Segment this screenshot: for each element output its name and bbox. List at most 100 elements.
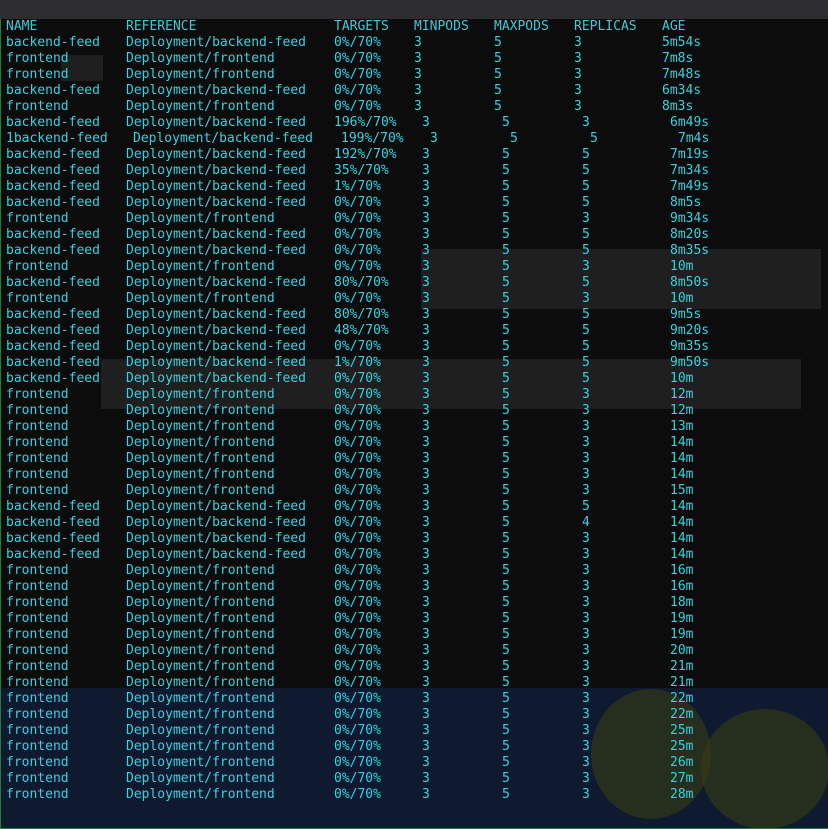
table-row: frontend Deployment/frontend 0%/70% 3 5 3 13m bbox=[1, 419, 828, 435]
cell-reference: Deployment/backend-feed bbox=[126, 499, 307, 514]
table-row: frontend Deployment/frontend 0%/70% 3 5 3 16m bbox=[1, 563, 828, 579]
cell-name: frontend bbox=[6, 739, 69, 754]
cell-minpods: 3 bbox=[422, 755, 430, 770]
cell-age: 9m20s bbox=[670, 323, 710, 338]
cell-reference: Deployment/frontend bbox=[126, 707, 275, 722]
table-row: backend-feed Deployment/backend-feed 48%/7… bbox=[1, 323, 828, 339]
cell-age: 8m3s bbox=[662, 99, 694, 114]
table-row: 1backend-feed Deployment/backend-feed 199%… bbox=[1, 131, 828, 147]
terminal-output[interactable]: NAME REFERENCE TARGETS MINPODS MAXPODS R… bbox=[0, 19, 828, 829]
cell-name: backend-feed bbox=[6, 307, 100, 322]
header-targets: TARGETS bbox=[334, 19, 389, 34]
cell-age: 5m54s bbox=[662, 35, 702, 50]
cell-name: frontend bbox=[6, 771, 69, 786]
table-row: backend-feed Deployment/backend-feed 192%/… bbox=[1, 147, 828, 163]
cell-replicas: 3 bbox=[582, 739, 590, 754]
table-row: frontend Deployment/frontend 0%/70% 3 5 3 16m bbox=[1, 579, 828, 595]
cell-replicas: 5 bbox=[582, 355, 590, 370]
cell-targets: 0%/70% bbox=[334, 99, 381, 114]
table-row: backend-feed Deployment/backend-feed 0%/70… bbox=[1, 243, 828, 259]
cell-age: 25m bbox=[670, 723, 694, 738]
cell-name: frontend bbox=[6, 579, 69, 594]
cell-reference: Deployment/backend-feed bbox=[126, 323, 307, 338]
cell-name: backend-feed bbox=[6, 323, 100, 338]
cell-targets: 0%/70% bbox=[334, 675, 381, 690]
cell-reference: Deployment/frontend bbox=[126, 211, 275, 226]
cell-minpods: 3 bbox=[422, 483, 430, 498]
cell-reference: Deployment/frontend bbox=[126, 627, 275, 642]
cell-minpods: 3 bbox=[422, 435, 430, 450]
cell-replicas: 3 bbox=[574, 51, 582, 66]
cell-reference: Deployment/frontend bbox=[126, 611, 275, 626]
cell-maxpods: 5 bbox=[502, 691, 510, 706]
cell-targets: 0%/70% bbox=[334, 515, 381, 530]
cell-minpods: 3 bbox=[422, 771, 430, 786]
cell-maxpods: 5 bbox=[502, 163, 510, 178]
cell-minpods: 3 bbox=[422, 243, 430, 258]
cell-age: 14m bbox=[670, 547, 694, 562]
cell-targets: 0%/70% bbox=[334, 227, 381, 242]
cell-maxpods: 5 bbox=[502, 787, 510, 802]
cell-name: backend-feed bbox=[6, 83, 100, 98]
table-row: frontend Deployment/frontend 0%/70% 3 5 3 7m8s bbox=[1, 51, 828, 67]
header-age: AGE bbox=[662, 19, 686, 34]
cell-reference: Deployment/frontend bbox=[126, 723, 275, 738]
cell-age: 14m bbox=[670, 531, 694, 546]
cell-minpods: 3 bbox=[422, 675, 430, 690]
cell-maxpods: 5 bbox=[502, 547, 510, 562]
cell-targets: 0%/70% bbox=[334, 563, 381, 578]
cell-targets: 0%/70% bbox=[334, 435, 381, 450]
table-row: frontend Deployment/frontend 0%/70% 3 5 3 22m bbox=[1, 691, 828, 707]
cell-name: backend-feed bbox=[6, 531, 100, 546]
cell-replicas: 3 bbox=[582, 707, 590, 722]
cell-targets: 0%/70% bbox=[334, 259, 381, 274]
cell-minpods: 3 bbox=[422, 659, 430, 674]
cell-maxpods: 5 bbox=[502, 451, 510, 466]
cell-targets: 48%/70% bbox=[334, 323, 389, 338]
cell-targets: 0%/70% bbox=[334, 483, 381, 498]
cell-age: 19m bbox=[670, 627, 694, 642]
cell-maxpods: 5 bbox=[502, 307, 510, 322]
cell-age: 19m bbox=[670, 611, 694, 626]
cell-name: backend-feed bbox=[6, 179, 100, 194]
cell-replicas: 3 bbox=[574, 99, 582, 114]
cell-reference: Deployment/backend-feed bbox=[126, 179, 307, 194]
cell-reference: Deployment/backend-feed bbox=[126, 531, 307, 546]
hpa-table: NAME REFERENCE TARGETS MINPODS MAXPODS R… bbox=[1, 19, 828, 803]
cell-age: 10m bbox=[670, 291, 694, 306]
cell-targets: 0%/70% bbox=[334, 195, 381, 210]
cell-reference: Deployment/backend-feed bbox=[126, 371, 307, 386]
cell-maxpods: 5 bbox=[502, 643, 510, 658]
cell-maxpods: 5 bbox=[502, 579, 510, 594]
cell-minpods: 3 bbox=[422, 163, 430, 178]
cell-minpods: 3 bbox=[422, 259, 430, 274]
cell-maxpods: 5 bbox=[502, 771, 510, 786]
cell-replicas: 3 bbox=[582, 643, 590, 658]
cell-name: frontend bbox=[6, 723, 69, 738]
cell-minpods: 3 bbox=[422, 387, 430, 402]
cell-minpods: 3 bbox=[422, 355, 430, 370]
cell-maxpods: 5 bbox=[494, 51, 502, 66]
cell-maxpods: 5 bbox=[494, 99, 502, 114]
cell-name: backend-feed bbox=[6, 195, 100, 210]
cell-replicas: 5 bbox=[582, 227, 590, 242]
table-row: frontend Deployment/frontend 0%/70% 3 5 3 19m bbox=[1, 611, 828, 627]
header-minpods: MINPODS bbox=[414, 19, 469, 34]
table-row: backend-feed Deployment/backend-feed 0%/70… bbox=[1, 515, 828, 531]
cell-maxpods: 5 bbox=[502, 659, 510, 674]
cell-targets: 0%/70% bbox=[334, 755, 381, 770]
cell-age: 22m bbox=[670, 691, 694, 706]
cell-minpods: 3 bbox=[422, 787, 430, 802]
cell-replicas: 5 bbox=[582, 163, 590, 178]
cell-maxpods: 5 bbox=[502, 435, 510, 450]
cell-targets: 0%/70% bbox=[334, 371, 381, 386]
cell-reference: Deployment/backend-feed bbox=[133, 131, 314, 146]
cell-maxpods: 5 bbox=[502, 179, 510, 194]
cell-reference: Deployment/frontend bbox=[126, 739, 275, 754]
cell-minpods: 3 bbox=[422, 723, 430, 738]
cell-reference: Deployment/frontend bbox=[126, 771, 275, 786]
window-titlebar[interactable] bbox=[0, 0, 828, 20]
table-row: backend-feed Deployment/backend-feed 0%/70… bbox=[1, 547, 828, 563]
cell-age: 27m bbox=[670, 771, 694, 786]
cell-replicas: 3 bbox=[574, 35, 582, 50]
